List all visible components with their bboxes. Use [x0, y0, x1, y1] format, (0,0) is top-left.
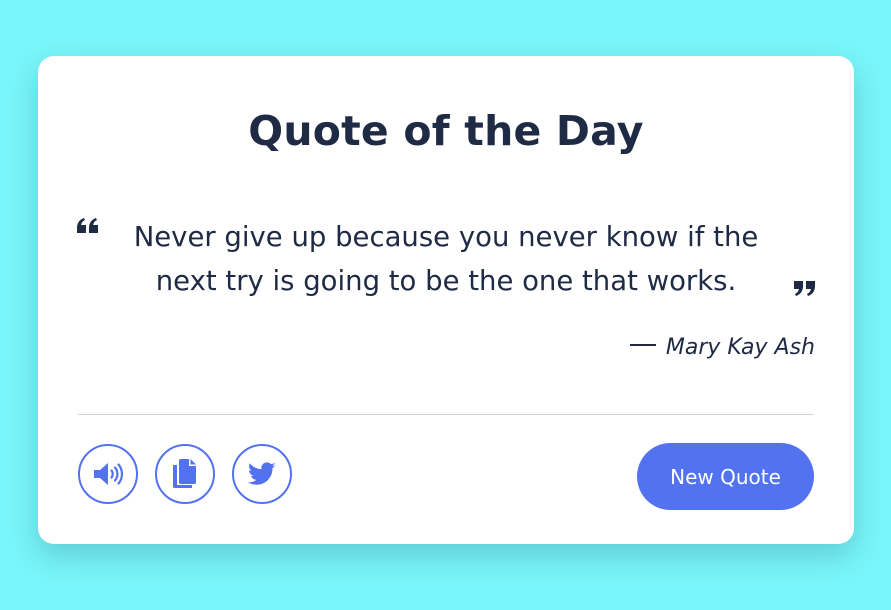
quote-card: Quote of the Day Never give up because y… [38, 56, 854, 544]
author-dash [629, 344, 656, 346]
new-quote-button[interactable]: New Quote [637, 443, 814, 510]
divider [78, 414, 814, 415]
author-name: Mary Kay Ash [665, 335, 815, 360]
quote-author: Mary Kay Ash [629, 330, 815, 366]
tweet-button[interactable] [232, 444, 292, 504]
twitter-icon [248, 462, 276, 486]
page-title: Quote of the Day [248, 107, 644, 155]
copy-icon [172, 459, 198, 489]
volume-icon [92, 461, 124, 487]
speak-button[interactable] [78, 444, 138, 504]
quote-right-icon [792, 276, 816, 300]
quote-text: Never give up because you never know if … [133, 221, 759, 297]
quote-left-icon [76, 214, 100, 238]
copy-button[interactable] [155, 444, 215, 504]
